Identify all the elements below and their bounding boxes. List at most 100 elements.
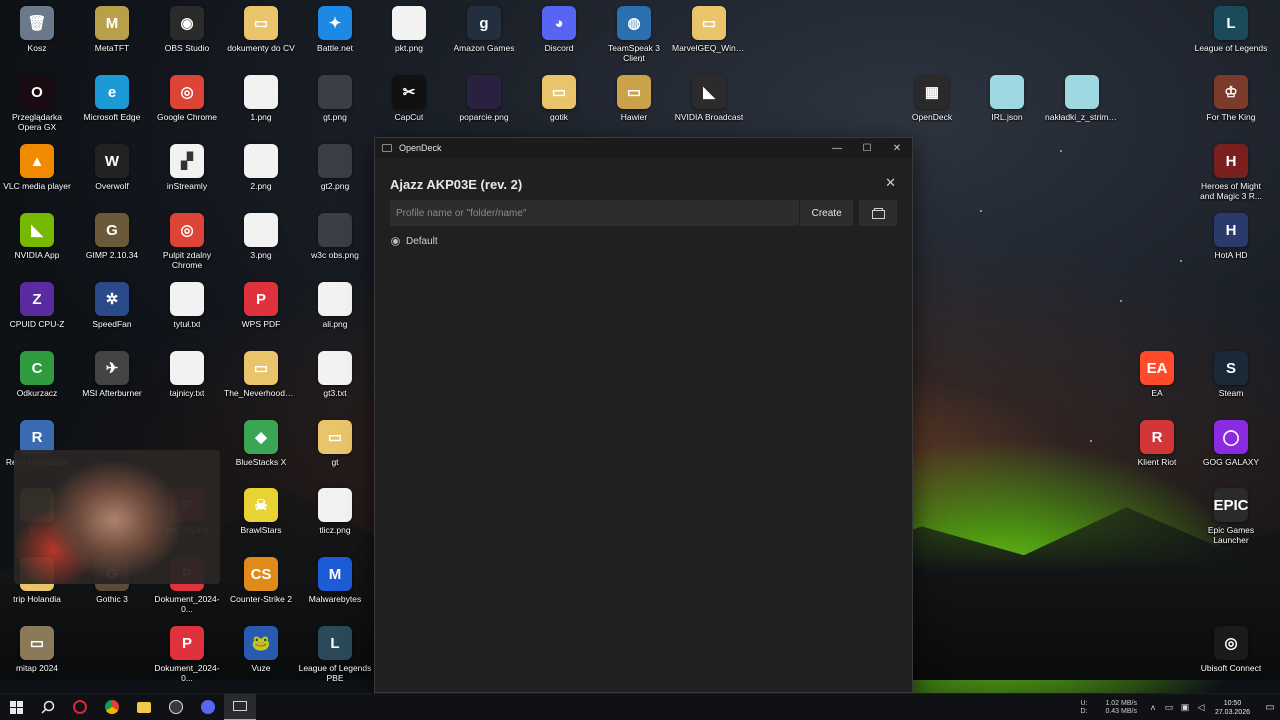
network-icon[interactable]: ▣ bbox=[1177, 702, 1193, 713]
create-profile-button[interactable]: Create bbox=[799, 200, 854, 226]
desktop-icon-label: SpeedFan bbox=[92, 319, 132, 329]
desktop-icon[interactable]: ◯ GOG GALAXY bbox=[1194, 420, 1268, 467]
desktop-icon[interactable]: Z CPUID CPU-Z bbox=[0, 282, 74, 329]
desktop-icon[interactable]: ▭ mitap 2024 bbox=[0, 626, 74, 673]
desktop-icon[interactable]: tlicz.png bbox=[298, 488, 372, 535]
desktop-icon[interactable]: M MetaTFT bbox=[75, 6, 149, 53]
chevron-up-icon[interactable]: ˄ bbox=[1145, 703, 1161, 713]
desktop-icon[interactable]: ▭ MarvelGEQ_Windo... bbox=[672, 6, 746, 53]
desktop-icon[interactable]: ▦ OpenDeck bbox=[895, 75, 969, 122]
desktop-icon[interactable]: pkt.png bbox=[372, 6, 446, 53]
search-button[interactable] bbox=[32, 694, 64, 720]
desktop-icon[interactable]: L League of Legends bbox=[1194, 6, 1268, 53]
desktop-icon[interactable]: W Overwolf bbox=[75, 144, 149, 191]
desktop-icon[interactable]: w3c obs.png bbox=[298, 213, 372, 260]
desktop-icon[interactable]: ◣ NVIDIA Broadcast bbox=[672, 75, 746, 122]
volume-icon[interactable]: ◁ bbox=[1193, 702, 1209, 713]
desktop-icon[interactable]: gt.png bbox=[298, 75, 372, 122]
desktop-icon[interactable]: EA EA bbox=[1120, 351, 1194, 398]
desktop-icon[interactable]: ▞ inStreamly bbox=[150, 144, 224, 191]
open-profiles-folder-button[interactable] bbox=[859, 200, 897, 226]
desktop-icon[interactable]: nakładki_z_strime... bbox=[1045, 75, 1119, 122]
desktop-icon[interactable]: e Microsoft Edge bbox=[75, 75, 149, 122]
desktop-icon-label: League of Legends PBE bbox=[298, 663, 372, 683]
desktop-icon[interactable]: ▭ dokumenty do CV bbox=[224, 6, 298, 53]
desktop-icon[interactable]: 3.png bbox=[224, 213, 298, 260]
taskbar-discord[interactable] bbox=[192, 694, 224, 720]
desktop-icon[interactable]: ◎ Google Chrome bbox=[150, 75, 224, 122]
desktop-icon[interactable]: ◉ OBS Studio bbox=[150, 6, 224, 53]
profile-radio[interactable] bbox=[391, 237, 400, 246]
desktop-icon[interactable]: ✦ Battle.net bbox=[298, 6, 372, 53]
desktop-icon-label: VLC media player bbox=[3, 181, 71, 191]
desktop-icon[interactable]: S Steam bbox=[1194, 351, 1268, 398]
desktop-icon[interactable]: 1.png bbox=[224, 75, 298, 122]
desktop-icon[interactable]: ▭ Hawier bbox=[597, 75, 671, 122]
desktop-icon[interactable]: H Heroes of Might and Magic 3 R... bbox=[1194, 144, 1268, 201]
desktop-icon[interactable]: O Przeglądarka Opera GX bbox=[0, 75, 74, 132]
desktop-icon[interactable]: M Malwarebytes bbox=[298, 557, 372, 604]
minimize-button[interactable]: — bbox=[822, 138, 852, 158]
desktop-icon[interactable]: L League of Legends PBE bbox=[298, 626, 372, 683]
desktop-icon[interactable]: gt3.txt bbox=[298, 351, 372, 398]
desktop-icon[interactable]: ◕ Discord bbox=[522, 6, 596, 53]
close-button[interactable]: ✕ bbox=[882, 138, 912, 158]
desktop-icon[interactable]: ◍ TeamSpeak 3 Client bbox=[597, 6, 671, 63]
desktop-icon[interactable]: ▭ gt bbox=[298, 420, 372, 467]
desktop-icon[interactable]: ◆ BlueStacks X bbox=[224, 420, 298, 467]
desktop-icon[interactable]: P WPS PDF bbox=[224, 282, 298, 329]
desktop-icon[interactable]: IRL.json bbox=[970, 75, 1044, 122]
app-icon: ◎ bbox=[1214, 626, 1248, 660]
desktop-icon[interactable]: ▭ gotik bbox=[522, 75, 596, 122]
desktop-icon[interactable]: G GIMP 2.10.34 bbox=[75, 213, 149, 260]
desktop-icon[interactable]: 🗑 Kosz bbox=[0, 6, 74, 53]
desktop-icon[interactable]: R Klient Riot bbox=[1120, 420, 1194, 467]
desktop-icon[interactable]: P Dokument_2024-0... bbox=[150, 626, 224, 683]
desktop-icon[interactable]: 2.png bbox=[224, 144, 298, 191]
desktop-icon-label: Vuze bbox=[251, 663, 271, 673]
maximize-button[interactable]: ☐ bbox=[852, 138, 882, 158]
taskbar-opera-gx[interactable] bbox=[64, 694, 96, 720]
desktop-icon[interactable]: ali.png bbox=[298, 282, 372, 329]
desktop-icon-label: inStreamly bbox=[166, 181, 208, 191]
desktop-icon[interactable]: gt2.png bbox=[298, 144, 372, 191]
start-button[interactable] bbox=[0, 694, 32, 720]
desktop-icon[interactable]: ◣ NVIDIA App bbox=[0, 213, 74, 260]
desktop-icon[interactable]: ◎ Pulpit zdalny Chrome bbox=[150, 213, 224, 270]
taskbar-clock[interactable]: 10:50 27.03.2026 bbox=[1215, 699, 1250, 717]
upload-value: 1.02 MB/s bbox=[1105, 699, 1137, 707]
taskbar-obs[interactable] bbox=[160, 694, 192, 720]
app-icon: S bbox=[1214, 351, 1248, 385]
desktop-icon[interactable]: ✲ SpeedFan bbox=[75, 282, 149, 329]
taskbar-opendeck[interactable] bbox=[224, 693, 256, 720]
app-icon: ▭ bbox=[692, 6, 726, 40]
desktop-icon[interactable]: ▲ VLC media player bbox=[0, 144, 74, 191]
profile-name-input[interactable] bbox=[390, 200, 800, 226]
desktop-icon[interactable]: ✂ CapCut bbox=[372, 75, 446, 122]
desktop-icon[interactable]: ✈ MSI Afterburner bbox=[75, 351, 149, 398]
desktop-icon-label: dokumenty do CV bbox=[227, 43, 295, 53]
desktop-icon[interactable]: 🐸 Vuze bbox=[224, 626, 298, 673]
desktop-icon[interactable]: EPIC Epic Games Launcher bbox=[1194, 488, 1268, 545]
desktop-icon[interactable]: C Odkurzacz bbox=[0, 351, 74, 398]
desktop-icon[interactable]: CS Counter-Strike 2 bbox=[224, 557, 298, 604]
desktop-icon[interactable]: H HotA HD bbox=[1194, 213, 1268, 260]
window-titlebar[interactable]: OpenDeck — ☐ ✕ bbox=[375, 138, 912, 158]
profile-option-default[interactable]: Default bbox=[390, 236, 897, 247]
notifications-icon[interactable]: ▭ bbox=[1260, 702, 1280, 713]
folder-icon bbox=[871, 207, 885, 219]
desktop-icon[interactable]: tajnicy.txt bbox=[150, 351, 224, 398]
taskbar-file-explorer[interactable] bbox=[128, 694, 160, 720]
desktop-icon[interactable]: g Amazon Games bbox=[447, 6, 521, 53]
desktop-icon[interactable]: ▭ The_Neverhood_R... bbox=[224, 351, 298, 398]
close-dialog-icon[interactable]: ✕ bbox=[885, 175, 896, 191]
taskbar-chrome[interactable] bbox=[96, 694, 128, 720]
desktop-icon[interactable]: ♔ For The King bbox=[1194, 75, 1268, 122]
desktop-icon[interactable]: tytuł.txt bbox=[150, 282, 224, 329]
app-icon: ✂ bbox=[392, 75, 426, 109]
desktop-icon[interactable]: ◎ Ubisoft Connect bbox=[1194, 626, 1268, 673]
desktop-icon[interactable]: ☠ BrawlStars bbox=[224, 488, 298, 535]
printer-icon[interactable]: ▭ bbox=[1161, 702, 1177, 713]
desktop-icon-label: Dokument_2024-0... bbox=[154, 594, 220, 614]
desktop-icon[interactable]: poparcie.png bbox=[447, 75, 521, 122]
